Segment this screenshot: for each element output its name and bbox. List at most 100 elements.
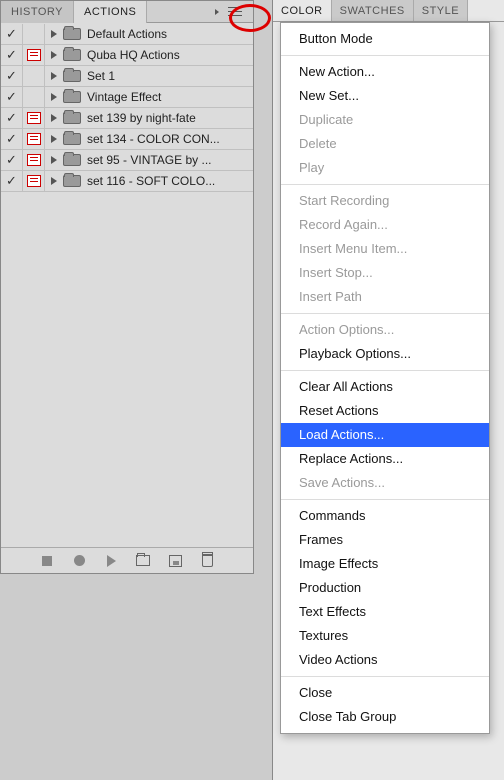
tab-color[interactable]: COLOR [273,0,332,21]
panel-menu-button[interactable] [221,3,249,21]
menu-item[interactable]: Playback Options... [281,342,489,366]
toggle-cell[interactable]: ✓ [1,45,23,66]
menu-item[interactable]: Clear All Actions [281,375,489,399]
menu-item[interactable]: Reset Actions [281,399,489,423]
menu-item[interactable]: New Action... [281,60,489,84]
toggle-cell[interactable]: ✓ [1,171,23,192]
menu-item[interactable]: New Set... [281,84,489,108]
dialog-cell[interactable] [23,45,45,66]
dialog-cell[interactable] [23,87,45,108]
tab-actions[interactable]: ACTIONS [74,1,147,23]
stop-button[interactable] [40,554,54,568]
folder-icon [63,154,81,166]
new-set-button[interactable] [136,554,150,568]
expand-cell[interactable] [45,108,63,129]
action-set-row[interactable]: ✓set 139 by night-fate [1,108,253,129]
menu-item[interactable]: Frames [281,528,489,552]
disclosure-icon [51,51,57,59]
action-set-row[interactable]: ✓ set 134 - COLOR CON... [1,129,253,150]
actions-panel: HISTORY ACTIONS ✓Default Actions✓Quba HQ… [0,0,254,574]
menu-item[interactable]: Textures [281,624,489,648]
dialog-cell[interactable] [23,108,45,129]
disclosure-icon [51,93,57,101]
menu-item: Insert Path [281,285,489,309]
action-set-row[interactable]: ✓ Set 1 [1,66,253,87]
expand-cell[interactable] [45,45,63,66]
checkmark-icon: ✓ [6,89,17,105]
toggle-cell[interactable]: ✓ [1,87,23,108]
checkmark-icon: ✓ [6,110,17,126]
action-set-row[interactable]: ✓Default Actions [1,24,253,45]
menu-item[interactable]: Video Actions [281,648,489,672]
menu-item[interactable]: Load Actions... [281,423,489,447]
tab-swatches[interactable]: SWATCHES [332,0,414,21]
checkmark-icon: ✓ [6,68,17,84]
expand-cell[interactable] [45,87,63,108]
dialog-cell[interactable] [23,24,45,45]
actions-list: ✓Default Actions✓Quba HQ Actions✓Set 1✓V… [1,24,253,545]
dialog-icon [27,133,41,145]
menu-item[interactable]: Image Effects [281,552,489,576]
toggle-cell[interactable]: ✓ [1,129,23,150]
tab-styles[interactable]: STYLE [414,0,468,21]
toggle-cell[interactable]: ✓ [1,24,23,45]
panel-footer [1,547,253,573]
dialog-icon [27,49,41,61]
toggle-cell[interactable]: ✓ [1,150,23,171]
stop-icon [42,556,52,566]
menu-item: Insert Menu Item... [281,237,489,261]
toggle-cell[interactable]: ✓ [1,66,23,87]
action-set-row[interactable]: ✓ set 116 - SOFT COLO... [1,171,253,192]
menu-item[interactable]: Replace Actions... [281,447,489,471]
menu-item[interactable]: Text Effects [281,600,489,624]
disclosure-icon [51,177,57,185]
menu-item[interactable]: Commands [281,504,489,528]
expand-cell[interactable] [45,24,63,45]
menu-separator [281,370,489,371]
menu-separator [281,313,489,314]
action-set-row[interactable]: ✓Quba HQ Actions [1,45,253,66]
new-action-button[interactable] [168,554,182,568]
disclosure-icon [51,72,57,80]
folder-icon [63,112,81,124]
trash-button[interactable] [200,554,214,568]
action-set-row[interactable]: ✓Vintage Effect [1,87,253,108]
expand-cell[interactable] [45,129,63,150]
menu-item: Insert Stop... [281,261,489,285]
action-set-row[interactable]: ✓ set 95 - VINTAGE by ... [1,150,253,171]
action-set-label: set 116 - SOFT COLO... [87,174,253,188]
folder-icon [63,28,81,40]
dialog-icon [27,175,41,187]
expand-cell[interactable] [45,171,63,192]
menu-item[interactable]: Close [281,681,489,705]
action-set-label: set 134 - COLOR CON... [87,132,253,146]
dialog-cell[interactable] [23,171,45,192]
checkmark-icon: ✓ [6,47,17,63]
collapse-icon[interactable] [215,9,219,15]
action-set-label: Set 1 [87,69,253,83]
dialog-cell[interactable] [23,129,45,150]
panel-flyout-menu: Button ModeNew Action...New Set...Duplic… [280,22,490,734]
expand-cell[interactable] [45,66,63,87]
play-button[interactable] [104,554,118,568]
record-icon [74,555,85,566]
tab-history[interactable]: HISTORY [1,1,74,23]
toggle-cell[interactable]: ✓ [1,108,23,129]
menu-item: Play [281,156,489,180]
folder-icon [63,91,81,103]
menu-item[interactable]: Close Tab Group [281,705,489,729]
disclosure-icon [51,30,57,38]
menu-separator [281,55,489,56]
trash-icon [202,554,213,567]
checkmark-icon: ✓ [6,26,17,42]
checkmark-icon: ✓ [6,152,17,168]
expand-cell[interactable] [45,150,63,171]
play-icon [107,555,116,567]
dialog-cell[interactable] [23,150,45,171]
action-set-label: set 95 - VINTAGE by ... [87,153,253,167]
menu-item[interactable]: Button Mode [281,27,489,51]
record-button[interactable] [72,554,86,568]
folder-icon [63,70,81,82]
menu-item[interactable]: Production [281,576,489,600]
dialog-cell[interactable] [23,66,45,87]
